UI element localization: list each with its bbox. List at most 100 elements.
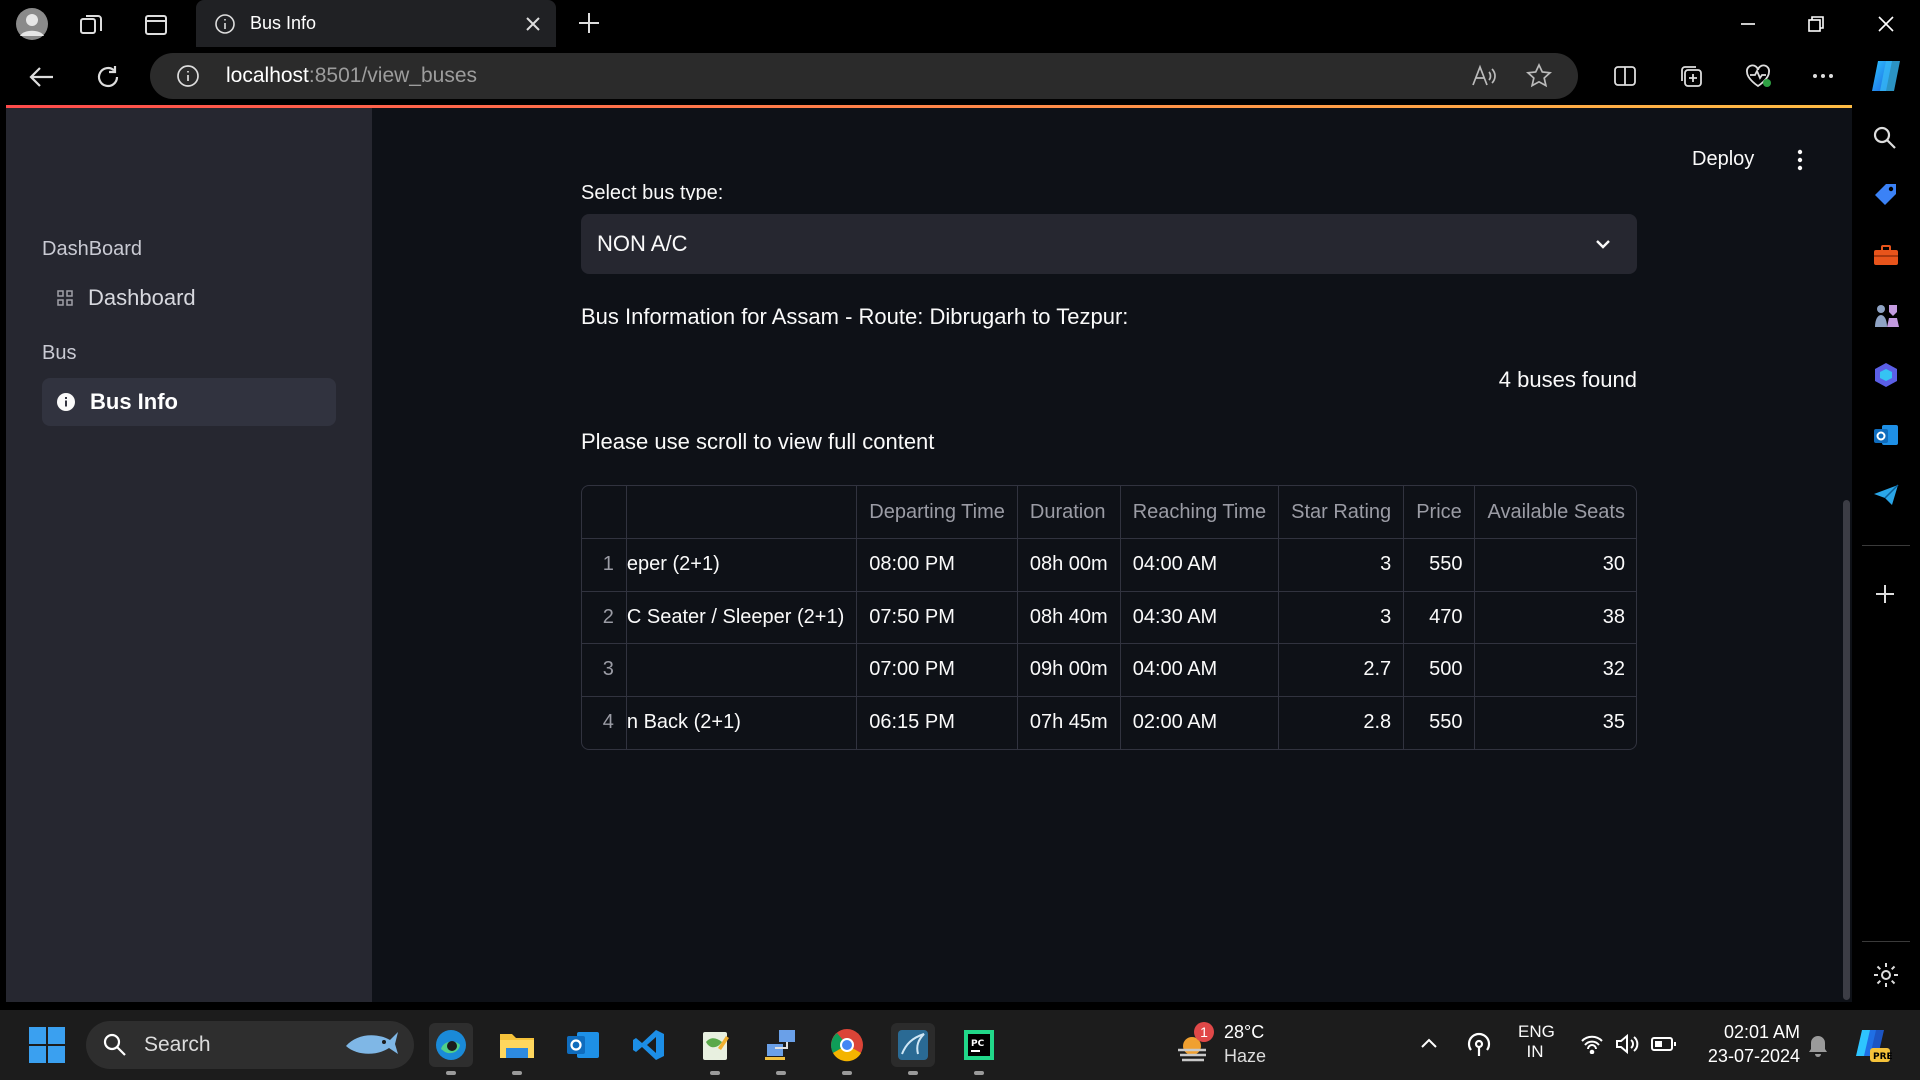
chevron-up-icon[interactable] <box>1418 1032 1440 1054</box>
volume-icon[interactable] <box>1614 1032 1640 1056</box>
location-icon[interactable] <box>1466 1030 1492 1058</box>
main-menu-icon[interactable] <box>1790 146 1810 174</box>
cell-departing[interactable]: 07:00 PM <box>856 643 1018 697</box>
gear-icon[interactable] <box>1872 961 1900 989</box>
taskbar-explorer-icon[interactable] <box>495 1023 539 1075</box>
cell-reaching[interactable]: 04:00 AM <box>1120 538 1280 592</box>
cell-bus-type[interactable]: n Back (2+1) <box>626 696 858 749</box>
cell-seats[interactable]: 32 <box>1474 643 1636 697</box>
taskbar-outlook-icon[interactable] <box>561 1023 605 1067</box>
column-header-duration[interactable]: Duration <box>1017 486 1121 539</box>
cell-seats[interactable]: 35 <box>1474 696 1636 749</box>
cell-bus-type[interactable]: eper (2+1) <box>626 538 858 592</box>
chevron-down-icon <box>1593 234 1613 254</box>
outlook-icon[interactable] <box>1872 421 1900 449</box>
language-indicator[interactable]: ENG IN <box>1518 1022 1555 1062</box>
cell-duration[interactable]: 07h 45m <box>1017 696 1121 749</box>
select-value: NON A/C <box>597 231 688 256</box>
tools-icon[interactable] <box>1872 241 1900 269</box>
taskbar-vscode-icon[interactable] <box>627 1023 671 1067</box>
cell-reaching[interactable]: 02:00 AM <box>1120 696 1280 749</box>
cell-price[interactable]: 550 <box>1403 538 1476 592</box>
tab-actions-icon[interactable] <box>143 12 169 38</box>
column-header-price[interactable]: Price <box>1403 486 1476 539</box>
sidebar-item-dashboard[interactable]: Dashboard <box>42 274 336 322</box>
address-bar[interactable]: localhost:8501/view_buses <box>150 53 1578 99</box>
taskbar-clock[interactable]: 02:01 AM 23-07-2024 <box>1700 1022 1800 1067</box>
battery-icon[interactable] <box>1650 1034 1678 1054</box>
cell-seats[interactable]: 38 <box>1474 591 1636 644</box>
cell-reaching[interactable]: 04:30 AM <box>1120 591 1280 644</box>
split-screen-icon[interactable] <box>1612 63 1638 89</box>
sidebar-item-bus-info[interactable]: Bus Info <box>42 378 336 426</box>
cell-departing[interactable]: 06:15 PM <box>856 696 1018 749</box>
column-header-reaching[interactable]: Reaching Time <box>1120 486 1280 539</box>
cell-price[interactable]: 500 <box>1403 643 1476 697</box>
cell-rating[interactable]: 2.7 <box>1278 643 1405 697</box>
cell-price[interactable]: 470 <box>1403 591 1476 644</box>
restore-icon[interactable] <box>1786 0 1846 47</box>
more-menu-icon[interactable] <box>1810 63 1836 89</box>
favorite-star-icon[interactable] <box>1526 63 1552 89</box>
send-icon[interactable] <box>1872 481 1900 509</box>
taskbar-network-app-icon[interactable] <box>759 1023 803 1075</box>
cell-duration[interactable]: 08h 00m <box>1017 538 1121 592</box>
column-header-rating[interactable]: Star Rating <box>1278 486 1405 539</box>
column-header-seats[interactable]: Available Seats <box>1474 486 1636 539</box>
wifi-icon[interactable] <box>1580 1034 1604 1054</box>
cell-departing[interactable]: 08:00 PM <box>856 538 1018 592</box>
taskbar-edge-icon[interactable] <box>429 1023 473 1075</box>
row-index: 2 <box>582 591 627 644</box>
taskbar-notepad-icon[interactable] <box>693 1023 737 1075</box>
cell-bus-type[interactable]: C Seater / Sleeper (2+1) <box>626 591 858 644</box>
cell-seats[interactable]: 30 <box>1474 538 1636 592</box>
read-aloud-icon[interactable] <box>1470 63 1496 89</box>
profile-icon[interactable] <box>12 6 52 42</box>
games-icon[interactable] <box>1872 301 1900 329</box>
page-scrollbar[interactable] <box>1843 500 1850 1000</box>
close-window-icon[interactable] <box>1856 0 1916 47</box>
browser-tab-active[interactable]: Bus Info <box>196 0 556 47</box>
cell-rating[interactable]: 3 <box>1278 591 1405 644</box>
deploy-button[interactable]: Deploy <box>1692 148 1754 171</box>
add-icon[interactable] <box>1872 581 1898 607</box>
shopping-tag-icon[interactable] <box>1872 181 1900 209</box>
weather-desc[interactable]: Haze <box>1224 1046 1266 1067</box>
cell-rating[interactable]: 3 <box>1278 538 1405 592</box>
collections-icon[interactable] <box>1678 63 1704 89</box>
m365-copilot-icon[interactable] <box>1872 361 1900 389</box>
taskbar-chrome-icon[interactable] <box>825 1023 869 1075</box>
new-tab-icon[interactable] <box>576 10 602 36</box>
cell-duration[interactable]: 09h 00m <box>1017 643 1121 697</box>
close-tab-icon[interactable] <box>524 15 542 33</box>
windows-start-icon[interactable] <box>28 1026 66 1064</box>
site-info-icon[interactable] <box>176 64 200 88</box>
cell-price[interactable]: 550 <box>1403 696 1476 749</box>
search-icon[interactable] <box>1872 125 1898 151</box>
refresh-icon[interactable] <box>94 63 122 91</box>
taskbar-mysql-workbench-icon[interactable] <box>891 1023 935 1075</box>
weather-temp[interactable]: 28°C <box>1224 1022 1264 1043</box>
copilot-icon[interactable] <box>1868 59 1904 93</box>
running-indicator <box>512 1071 522 1075</box>
cell-departing[interactable]: 07:50 PM <box>856 591 1018 644</box>
bus-table[interactable]: Departing Time Duration Reaching Time St… <box>581 485 1637 750</box>
browser-essentials-icon[interactable] <box>1744 63 1772 89</box>
row-index: 1 <box>582 538 627 592</box>
taskbar-search-box[interactable]: Search <box>86 1021 414 1069</box>
row-index: 3 <box>582 643 627 697</box>
taskbar-pycharm-icon[interactable]: PC <box>957 1023 1001 1075</box>
edge-sidebar <box>1852 105 1920 1010</box>
cell-rating[interactable]: 2.8 <box>1278 696 1405 749</box>
copilot-preview-icon[interactable]: PRE <box>1852 1026 1892 1064</box>
cell-reaching[interactable]: 04:00 AM <box>1120 643 1280 697</box>
minimize-icon[interactable] <box>1718 0 1778 47</box>
bus-type-select[interactable]: NON A/C <box>581 214 1637 274</box>
cell-duration[interactable]: 08h 40m <box>1017 591 1121 644</box>
back-icon[interactable] <box>28 63 56 91</box>
column-header-type[interactable] <box>626 486 858 539</box>
cell-bus-type[interactable] <box>626 643 858 697</box>
column-header-departing[interactable]: Departing Time <box>856 486 1018 539</box>
notification-bell-icon[interactable] <box>1807 1034 1829 1058</box>
workspaces-icon[interactable] <box>78 12 104 38</box>
